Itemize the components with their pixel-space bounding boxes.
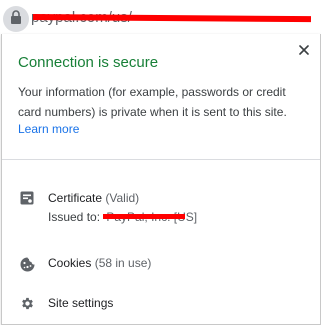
- certificate-label-line: Certificate (Valid): [48, 191, 139, 205]
- issued-to-redaction-mark: [103, 214, 185, 219]
- connection-status-heading: Connection is secure: [18, 54, 159, 71]
- site-settings-row[interactable]: Site settings: [2, 286, 320, 318]
- site-info-popup: Connection is secure Your information (f…: [1, 34, 321, 325]
- issued-to-label: Issued to:: [48, 210, 101, 224]
- gear-icon: [19, 295, 35, 311]
- cookies-label: Cookies: [48, 256, 92, 270]
- site-settings-label: Site settings: [48, 296, 114, 310]
- cookie-icon: [19, 256, 35, 272]
- close-button[interactable]: [296, 43, 312, 59]
- connection-description: Your information (for example, passwords…: [18, 85, 287, 119]
- certificate-label: Certificate: [48, 191, 103, 205]
- cookies-count: (58 in use): [94, 256, 152, 270]
- close-icon: [299, 42, 309, 60]
- certificate-icon: [19, 190, 35, 206]
- address-bar[interactable]: paypal.com/us/: [0, 0, 321, 34]
- cookies-row[interactable]: Cookies (58 in use): [2, 246, 320, 278]
- cookies-label-line: Cookies (58 in use): [48, 256, 151, 270]
- divider: [2, 159, 320, 160]
- certificate-status: (Valid): [105, 191, 140, 205]
- learn-more-link[interactable]: Learn more: [18, 122, 79, 136]
- lock-icon: [10, 9, 22, 29]
- site-info-button[interactable]: [3, 6, 29, 32]
